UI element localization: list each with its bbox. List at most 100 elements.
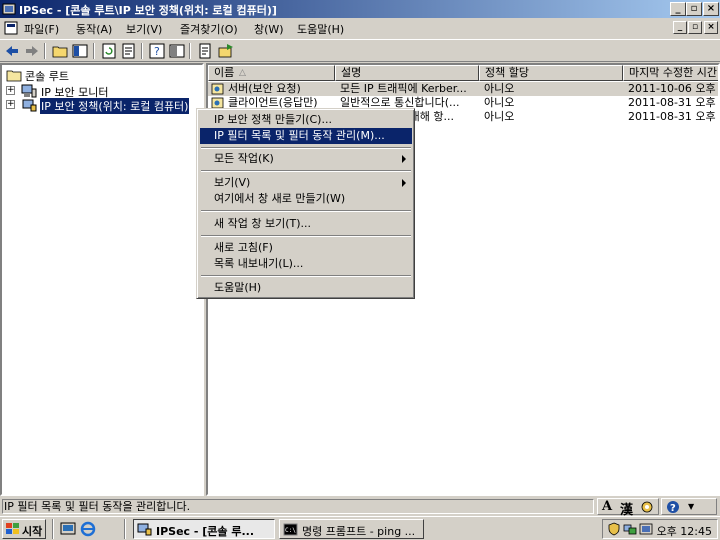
close-button[interactable]: × [703, 2, 719, 16]
context-menu: IP 보안 정책 만들기(C)... IP 필터 목록 및 필터 동작 관리(M… [196, 108, 415, 299]
start-label: 시작 [22, 525, 43, 538]
menu-item-label: 새로 고침(F) [214, 241, 273, 254]
taskbar: 시작 IPSec - [콘솔 루... C:\ 명령 프롬프트 - ping .… [0, 516, 720, 540]
show-hide-tree-icon[interactable] [72, 43, 88, 59]
ime-settings-icon[interactable] [640, 500, 654, 514]
mmc-app-icon[interactable] [2, 2, 16, 16]
ime-latin-mode[interactable]: A [602, 499, 612, 514]
menu-item-label: 목록 내보내기(L)... [214, 257, 304, 270]
column-header-last-modified[interactable]: 마지막 수정한 시간 [623, 65, 718, 81]
tree-label-ip-security-policies: IP 보안 정책(위치: 로컬 컴퓨터) [38, 97, 191, 115]
svg-text:?: ? [154, 45, 160, 58]
menu-action[interactable]: 동작(A) [76, 21, 112, 37]
submenu-arrow-icon [402, 155, 406, 163]
refresh-icon[interactable] [101, 43, 117, 59]
column-label-policy-assigned: 정책 할당 [485, 66, 529, 79]
toolbar-separator [141, 43, 143, 59]
expand-icon[interactable]: + [6, 86, 15, 95]
maximize-button[interactable]: ▫ [686, 2, 702, 16]
column-label-description: 설명 [341, 66, 362, 79]
windows-logo-icon [6, 523, 19, 534]
child-close-button[interactable]: × [704, 21, 718, 34]
status-bar: IP 필터 목록 및 필터 동작을 관리합니다. A 漢 ? ▼ [0, 497, 720, 518]
list-row[interactable]: 서버(보안 요청) 모든 IP 트래픽에 Kerber... 아니오 2011-… [208, 82, 718, 96]
submenu-arrow-icon [402, 179, 406, 187]
manage-filters-icon[interactable] [218, 43, 234, 59]
status-text: IP 필터 목록 및 필터 동작을 관리합니다. [2, 499, 594, 514]
column-header-policy-assigned[interactable]: 정책 할당 [479, 65, 623, 81]
toolbar-separator [189, 43, 191, 59]
minimize-button[interactable]: _ [670, 2, 686, 16]
column-header-description[interactable]: 설명 [335, 65, 479, 81]
properties-icon[interactable] [169, 43, 185, 59]
cell-policy-assigned: 아니오 [484, 96, 515, 109]
menu-window[interactable]: 창(W) [254, 21, 284, 37]
menu-item-new-window-from-here[interactable]: 여기에서 창 새로 만들기(W) [200, 191, 412, 207]
menu-item-refresh[interactable]: 새로 고침(F) [200, 240, 412, 256]
help-circle-icon[interactable]: ? [666, 500, 680, 514]
cell-description: 모든 IP 트래픽에 Kerber... [340, 82, 467, 95]
network-icon[interactable] [623, 522, 637, 536]
toolbar: ? [0, 39, 720, 62]
menu-item-label: 도움말(H) [214, 281, 262, 294]
menu-separator [201, 235, 411, 237]
taskbar-button-command-prompt[interactable]: C:\ 명령 프롬프트 - ping ... [279, 519, 424, 539]
menu-separator [201, 210, 411, 212]
help-icon[interactable]: ? [149, 43, 165, 59]
menu-item-export-list[interactable]: 목록 내보내기(L)... [200, 256, 412, 272]
taskbar-separator [52, 519, 54, 539]
cell-name: 서버(보안 요청) [228, 82, 301, 95]
taskbar-button-ipsec[interactable]: IPSec - [콘솔 루... [133, 519, 275, 539]
policy-item-icon [211, 83, 224, 95]
cell-last-modified: 2011-10-06 오후 12 [628, 82, 718, 95]
forward-arrow-icon[interactable] [24, 43, 40, 59]
title-bar[interactable]: IPSec - [콘솔 루트\IP 보안 정책(위치: 로컬 컴퓨터)] _ ▫… [0, 0, 720, 18]
menu-item-label: IP 필터 목록 및 필터 동작 관리(M)... [214, 129, 385, 142]
svg-text:C:\: C:\ [285, 527, 296, 534]
ime-help-box: ? ▼ [661, 498, 717, 515]
menu-favorites[interactable]: 즐겨찾기(O) [180, 21, 238, 37]
menu-help[interactable]: 도움말(H) [297, 21, 344, 37]
command-prompt-icon: C:\ [283, 523, 298, 536]
svg-text:?: ? [670, 503, 676, 514]
menu-view[interactable]: 보기(V) [126, 21, 162, 37]
menu-file[interactable]: 파일(F) [24, 21, 59, 37]
menu-item-label: 새 작업 창 보기(T)... [214, 217, 312, 230]
back-arrow-icon[interactable] [4, 43, 20, 59]
menu-item-all-tasks[interactable]: 모든 작업(K) [200, 151, 412, 167]
toolbar-separator [93, 43, 95, 59]
child-restore-button[interactable]: ▫ [688, 21, 702, 34]
show-desktop-icon[interactable] [60, 521, 76, 537]
security-shield-icon[interactable] [607, 522, 621, 536]
tree-node-ip-security-policies[interactable]: + IP 보안 정책(위치: 로컬 컴퓨터) [6, 97, 202, 115]
tray-app-icon[interactable] [639, 522, 653, 536]
clock[interactable]: 오후 12:45 [657, 523, 712, 539]
menu-item-help[interactable]: 도움말(H) [200, 280, 412, 296]
menu-item-label: 모든 작업(K) [214, 152, 274, 165]
start-button[interactable]: 시작 [2, 519, 46, 539]
tree-node-console-root[interactable]: 콘솔 루트 [4, 67, 194, 83]
menu-item-manage-ip-filter-lists[interactable]: IP 필터 목록 및 필터 동작 관리(M)... [200, 128, 412, 144]
tree-pane[interactable]: 콘솔 루트 + IP 보안 모니터 + IP 보안 정책(위치: 로컬 컴퓨터) [0, 63, 204, 496]
menu-item-label: 보기(V) [214, 176, 251, 189]
up-folder-icon[interactable] [52, 43, 68, 59]
internet-explorer-icon[interactable] [80, 521, 96, 537]
column-label-last-modified: 마지막 수정한 시간 [629, 66, 717, 79]
menu-item-new-taskpad-view[interactable]: 새 작업 창 보기(T)... [200, 216, 412, 232]
expand-icon[interactable]: + [6, 100, 15, 109]
sort-ascending-icon: △ [239, 68, 246, 78]
menu-item-create-ip-security-policy[interactable]: IP 보안 정책 만들기(C)... [200, 112, 412, 128]
menu-bar: 파일(F) 동작(A) 보기(V) 즐겨찾기(O) 창(W) 도움말(H) _ … [0, 18, 720, 39]
column-header-name[interactable]: 이름 △ [208, 65, 335, 81]
document-icon[interactable] [4, 21, 18, 35]
ime-dropdown-icon[interactable]: ▼ [688, 502, 694, 511]
export-list-icon[interactable] [121, 43, 137, 59]
menu-item-label: IP 보안 정책 만들기(C)... [214, 113, 332, 126]
child-minimize-button[interactable]: _ [673, 21, 687, 34]
new-policy-icon[interactable] [198, 43, 214, 59]
taskbar-separator [124, 519, 126, 539]
menu-item-view[interactable]: 보기(V) [200, 175, 412, 191]
window-title: IPSec - [콘솔 루트\IP 보안 정책(위치: 로컬 컴퓨터)] [19, 4, 277, 17]
system-tray: 오후 12:45 [602, 519, 718, 539]
toolbar-separator [44, 43, 46, 59]
